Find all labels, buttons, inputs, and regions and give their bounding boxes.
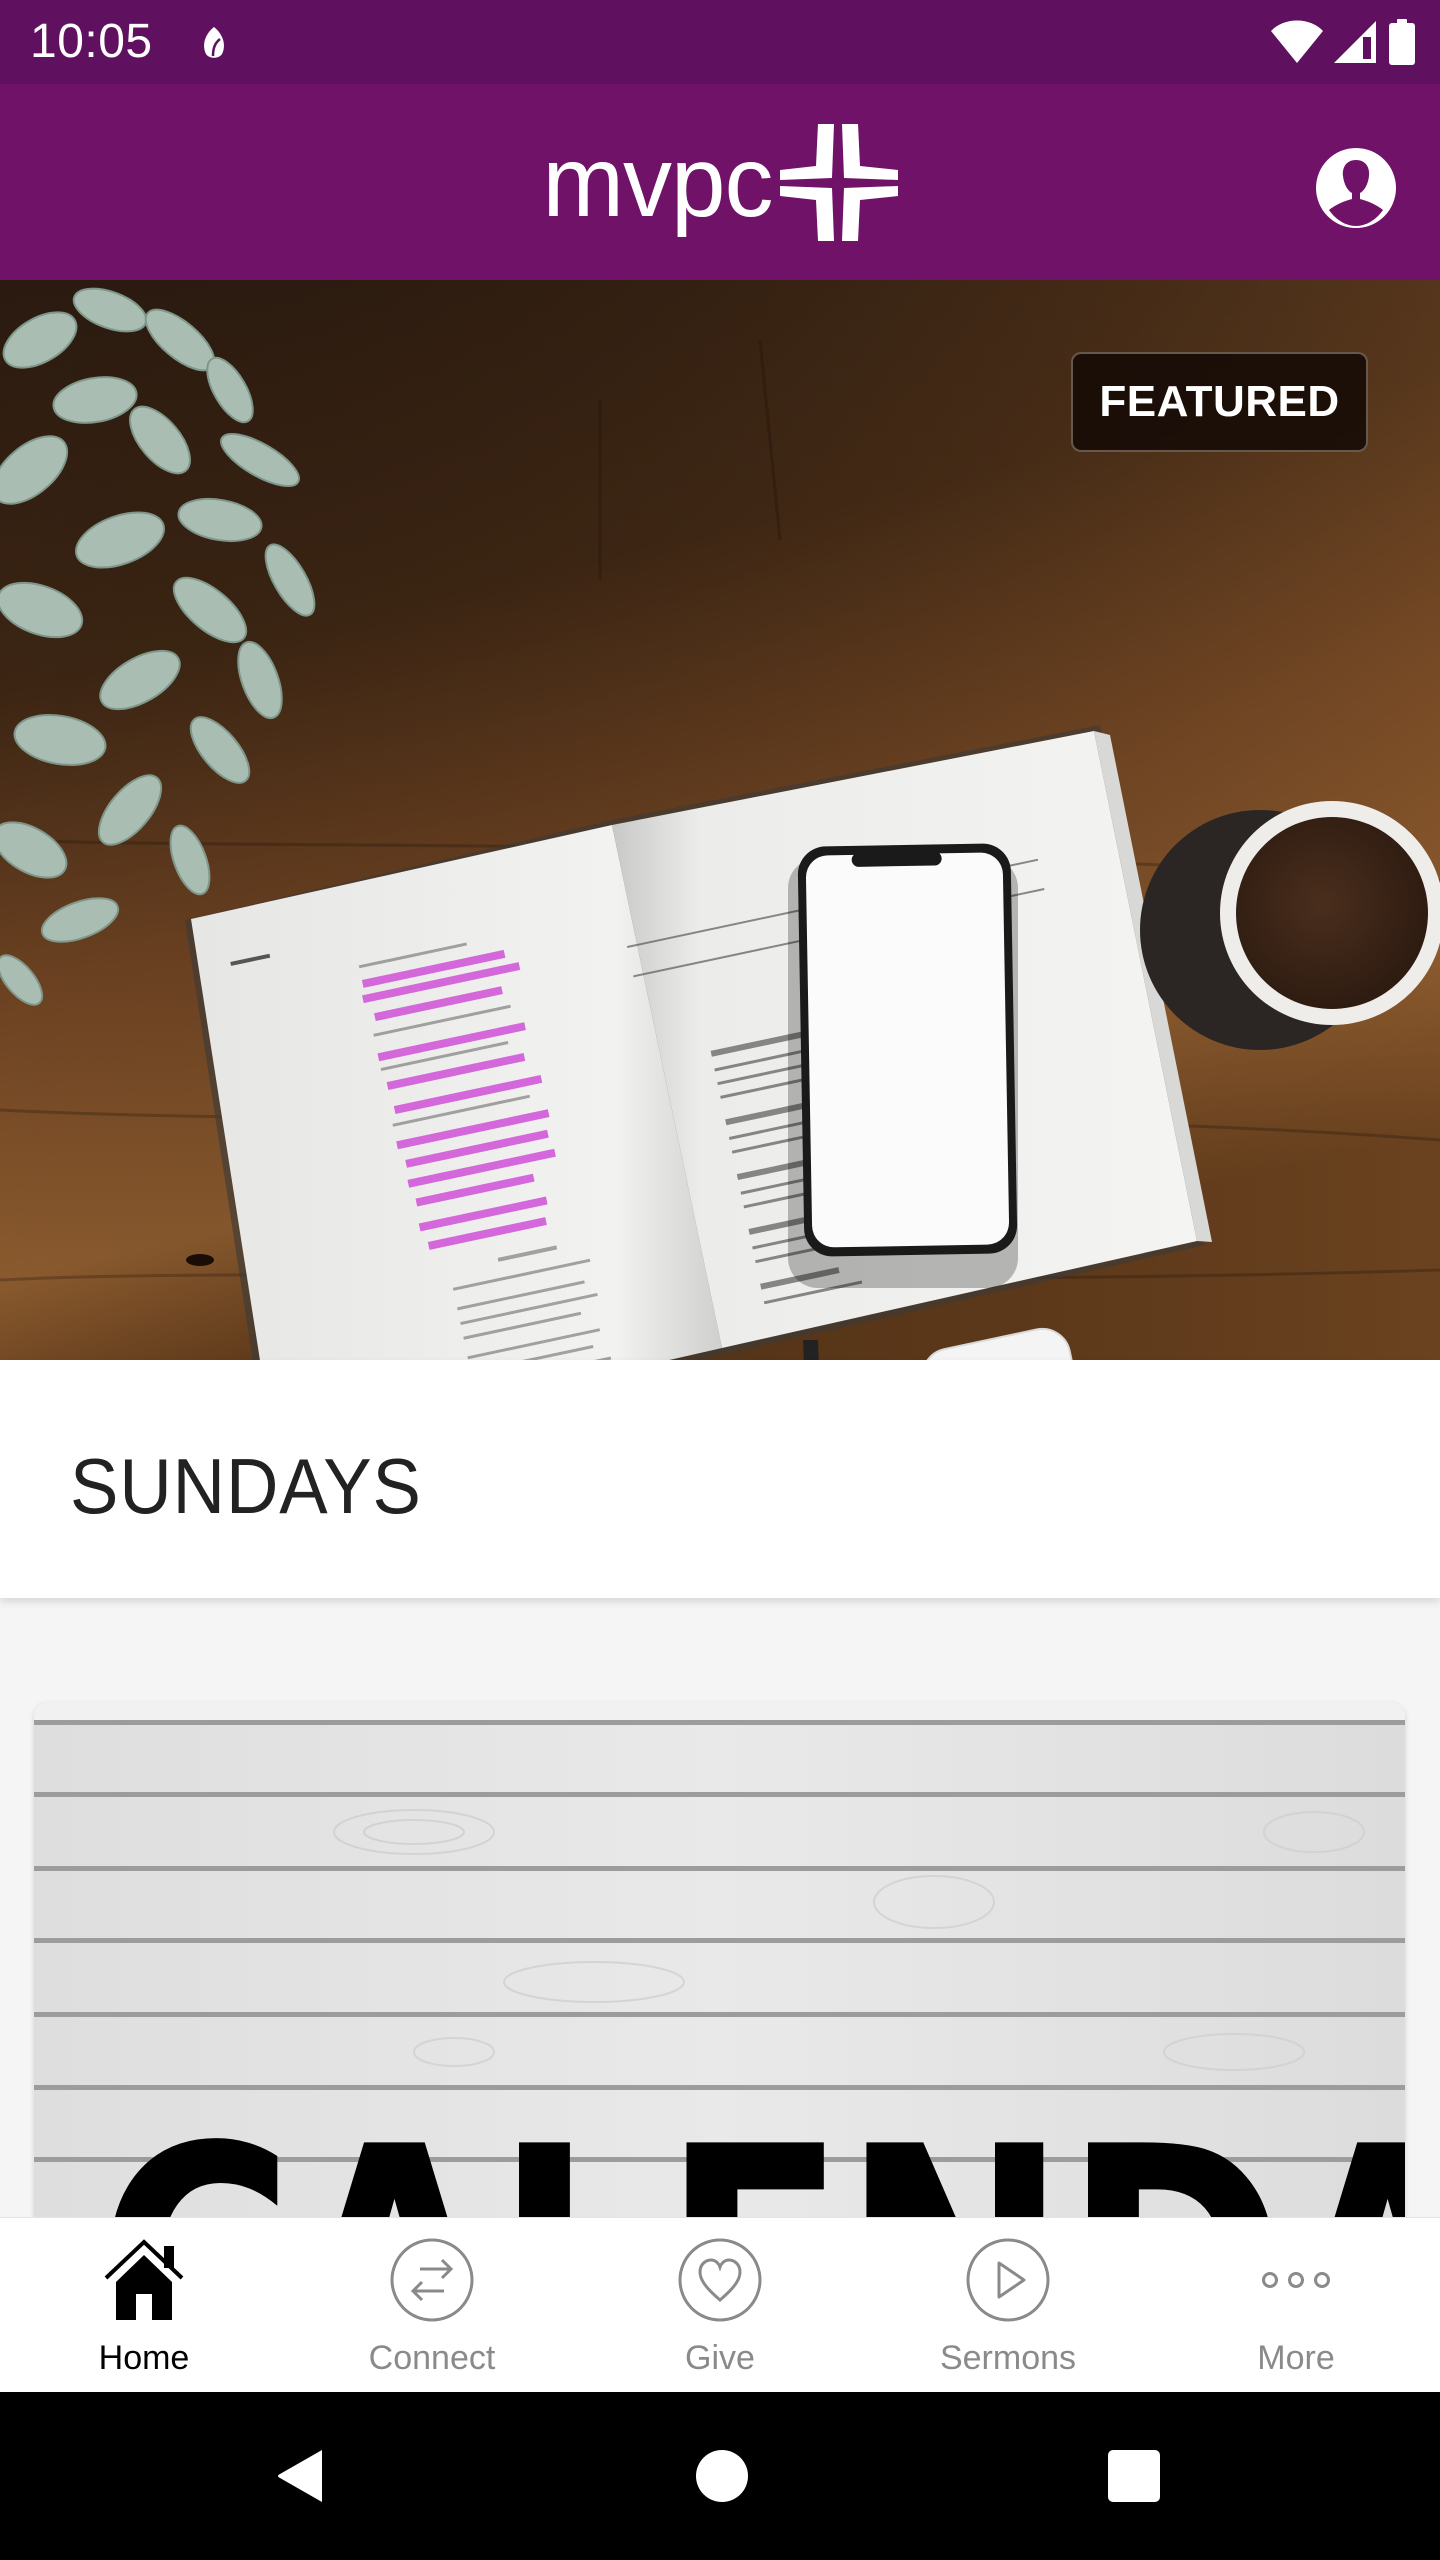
profile-icon [1316,148,1396,228]
wifi-icon [1271,20,1323,63]
smartphone [797,843,1018,1257]
tab-more-label: More [1257,2339,1335,2377]
tab-give-label: Give [685,2339,755,2377]
tab-more[interactable]: More [1152,2218,1440,2393]
recents-icon[interactable] [1104,2446,1164,2506]
tab-sermons-label: Sermons [939,2339,1077,2377]
status-bar: 10:05 [0,0,1440,84]
app-screen: 10:05 mvpc FEATURED SUNDAYS Home Connect… [0,0,1440,2560]
leaf-notification-icon [204,27,224,58]
connect-arrows-icon [390,2238,474,2322]
heart-icon [678,2238,762,2322]
status-time: 10:05 [30,15,153,68]
tab-connect-label: Connect [368,2339,496,2377]
tab-home[interactable]: Home [0,2218,288,2393]
featured-badge: FEATURED [1071,352,1368,452]
cross-icon [780,124,898,241]
tab-connect[interactable]: Connect [288,2218,576,2393]
home-circle-icon[interactable] [692,2446,752,2506]
featured-hero-image[interactable]: FEATURED [0,280,1440,1360]
home-icon [104,2239,184,2320]
profile-button[interactable] [1312,144,1400,232]
battery-icon [1389,19,1415,65]
section-title: SUNDAYS [70,1442,422,1530]
back-icon[interactable] [272,2446,332,2506]
system-navigation-bar [0,2392,1440,2560]
tab-home-label: Home [98,2339,190,2377]
more-dots-icon [1262,2272,1330,2288]
status-icons [1270,18,1416,66]
logo-text: mvpc [542,126,773,238]
play-icon [966,2238,1050,2322]
mvpc-logo: mvpc [540,122,900,242]
cellular-signal-icon [1334,21,1376,63]
app-header: mvpc [0,84,1440,280]
section-header: SUNDAYS [0,1360,1440,1598]
tab-give[interactable]: Give [576,2218,864,2393]
bottom-tab-bar: Home Connect Give Sermons More [0,2217,1440,2392]
tab-sermons[interactable]: Sermons [864,2218,1152,2393]
